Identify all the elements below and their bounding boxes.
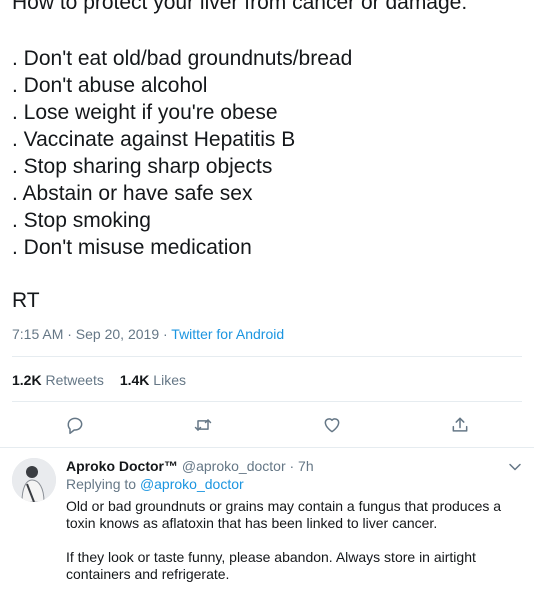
tweet-headline: How to protect your liver from cancer or… [12,0,468,14]
tweet-line: . Stop sharing sharp objects [12,155,273,178]
reply-header: Aproko Doctor™ @aproko_doctor · 7h [66,458,314,474]
tweet-line: . Vaccinate against Hepatitis B [12,128,296,151]
tweet-line: . Abstain or have safe sex [12,182,253,205]
share-button[interactable] [445,410,475,440]
replying-to-link[interactable]: @aproko_doctor [140,476,244,492]
like-icon [324,418,340,433]
tweet-timestamp[interactable]: 7:15 AM · Sep 20, 2019 · [12,326,171,342]
tweet-body: . Don't eat old/bad groundnuts/bread . D… [12,45,352,261]
retweets-label: Retweets [45,372,104,388]
retweet-button[interactable] [188,410,218,440]
likes-stat[interactable]: 1.4K Likes [120,372,186,388]
tweet-source-link[interactable]: Twitter for Android [171,326,284,342]
avatar[interactable] [12,458,56,502]
reply-text: Old or bad groundnuts or grains may cont… [66,498,526,600]
reply-icon [67,417,83,435]
replying-to: Replying to @aproko_doctor [66,476,244,492]
tweet-line: . Don't eat old/bad groundnuts/bread [12,47,353,70]
tweet-actions [0,410,534,440]
retweets-stat[interactable]: 1.2K Retweets [12,372,104,388]
retweets-count: 1.2K [12,372,42,388]
reply-tweet[interactable]: Aproko Doctor™ @aproko_doctor · 7h Reply… [0,447,534,582]
share-icon [452,417,468,432]
tweet-line: . Stop smoking [12,209,151,232]
replying-prefix: Replying to [66,476,140,492]
like-button[interactable] [317,410,347,440]
tweet-line: . Don't misuse medication [12,236,252,259]
tweet-line: . Don't abuse alcohol [12,74,208,97]
tweet-meta: 7:15 AM · Sep 20, 2019 · Twitter for And… [12,326,284,342]
likes-count: 1.4K [119,372,150,388]
reply-paragraph: If they look or taste funny, please aban… [66,549,476,582]
tweet-line: . Lose weight if you're obese [12,101,278,124]
likes-label: Likes [153,372,186,388]
chevron-down-icon[interactable] [508,460,522,474]
reply-paragraph: Old or bad groundnuts or grains may cont… [66,498,502,531]
reply-author-handle[interactable]: @aproko_doctor · 7h [182,458,314,474]
tweet-stats: 1.2K Retweets 1.4K Likes [12,372,186,388]
avatar-image [12,458,56,502]
retweet-icon [194,419,212,431]
tweet-rt: RT [12,289,40,312]
reply-button[interactable] [60,410,90,440]
divider [12,356,522,357]
reply-author-name[interactable]: Aproko Doctor™ [66,458,178,474]
divider [12,401,522,402]
